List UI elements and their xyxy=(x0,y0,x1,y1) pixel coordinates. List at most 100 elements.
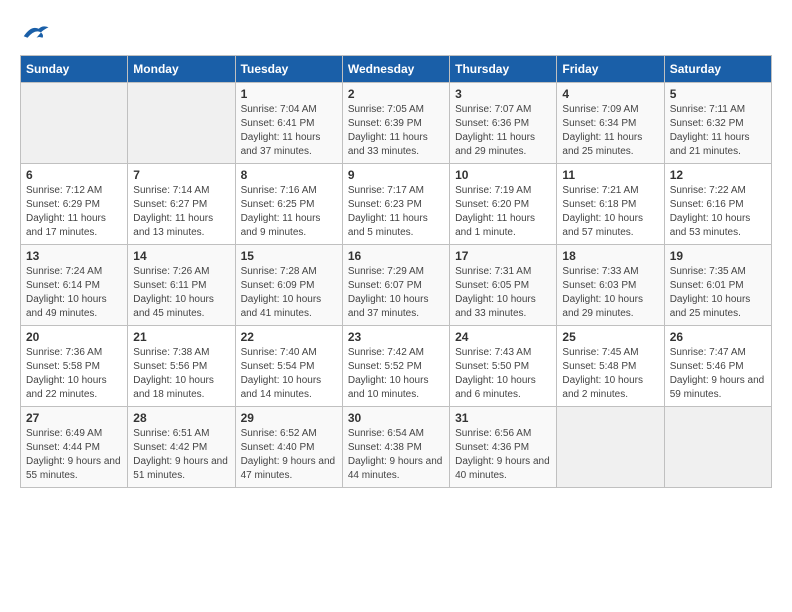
day-info: Sunrise: 7:35 AM Sunset: 6:01 PM Dayligh… xyxy=(670,265,766,321)
weekday-header-monday: Monday xyxy=(128,56,235,83)
day-info: Sunrise: 6:52 AM Sunset: 4:40 PM Dayligh… xyxy=(241,427,337,483)
day-info: Sunrise: 7:36 AM Sunset: 5:58 PM Dayligh… xyxy=(26,346,122,402)
calendar-cell: 14 Sunrise: 7:26 AM Sunset: 6:11 PM Dayli… xyxy=(128,245,235,326)
day-number: 25 xyxy=(562,330,658,344)
day-info: Sunrise: 7:38 AM Sunset: 5:56 PM Dayligh… xyxy=(133,346,229,402)
day-number: 27 xyxy=(26,411,122,425)
day-number: 11 xyxy=(562,168,658,182)
day-number: 23 xyxy=(348,330,444,344)
calendar-cell: 10 Sunrise: 7:19 AM Sunset: 6:20 PM Dayli… xyxy=(450,164,557,245)
day-info: Sunrise: 6:51 AM Sunset: 4:42 PM Dayligh… xyxy=(133,427,229,483)
day-info: Sunrise: 7:47 AM Sunset: 5:46 PM Dayligh… xyxy=(670,346,766,402)
day-info: Sunrise: 6:56 AM Sunset: 4:36 PM Dayligh… xyxy=(455,427,551,483)
calendar-table: SundayMondayTuesdayWednesdayThursdayFrid… xyxy=(20,55,772,488)
day-info: Sunrise: 7:14 AM Sunset: 6:27 PM Dayligh… xyxy=(133,184,229,240)
day-number: 19 xyxy=(670,249,766,263)
calendar-cell: 22 Sunrise: 7:40 AM Sunset: 5:54 PM Dayli… xyxy=(235,326,342,407)
day-info: Sunrise: 7:28 AM Sunset: 6:09 PM Dayligh… xyxy=(241,265,337,321)
day-info: Sunrise: 7:40 AM Sunset: 5:54 PM Dayligh… xyxy=(241,346,337,402)
calendar-cell: 29 Sunrise: 6:52 AM Sunset: 4:40 PM Dayli… xyxy=(235,407,342,488)
day-info: Sunrise: 7:17 AM Sunset: 6:23 PM Dayligh… xyxy=(348,184,444,240)
day-info: Sunrise: 7:05 AM Sunset: 6:39 PM Dayligh… xyxy=(348,103,444,159)
day-info: Sunrise: 7:24 AM Sunset: 6:14 PM Dayligh… xyxy=(26,265,122,321)
calendar-cell: 11 Sunrise: 7:21 AM Sunset: 6:18 PM Dayli… xyxy=(557,164,664,245)
day-number: 3 xyxy=(455,87,551,101)
calendar-week-2: 6Sunrise: 7:12 AM Sunset: 6:29 PM Daylig… xyxy=(21,164,772,245)
day-number: 16 xyxy=(348,249,444,263)
calendar-cell xyxy=(557,407,664,488)
calendar-cell: 23 Sunrise: 7:42 AM Sunset: 5:52 PM Dayli… xyxy=(342,326,449,407)
day-info: Sunrise: 7:21 AM Sunset: 6:18 PM Dayligh… xyxy=(562,184,658,240)
day-info: Sunrise: 7:45 AM Sunset: 5:48 PM Dayligh… xyxy=(562,346,658,402)
calendar-cell: 1 Sunrise: 7:04 AM Sunset: 6:41 PM Daylig… xyxy=(235,83,342,164)
calendar-cell xyxy=(664,407,771,488)
day-info: Sunrise: 6:49 AM Sunset: 4:44 PM Dayligh… xyxy=(26,427,122,483)
calendar-cell: 5 Sunrise: 7:11 AM Sunset: 6:32 PM Daylig… xyxy=(664,83,771,164)
page-header xyxy=(20,20,772,45)
calendar-cell: 28 Sunrise: 6:51 AM Sunset: 4:42 PM Dayli… xyxy=(128,407,235,488)
calendar-cell: 12Sunrise: 7:22 AM Sunset: 6:16 PM Dayli… xyxy=(664,164,771,245)
day-number: 10 xyxy=(455,168,551,182)
day-number: 1 xyxy=(241,87,337,101)
day-number: 17 xyxy=(455,249,551,263)
weekday-header-thursday: Thursday xyxy=(450,56,557,83)
weekday-header-wednesday: Wednesday xyxy=(342,56,449,83)
calendar-cell: 7 Sunrise: 7:14 AM Sunset: 6:27 PM Daylig… xyxy=(128,164,235,245)
calendar-cell: 24 Sunrise: 7:43 AM Sunset: 5:50 PM Dayli… xyxy=(450,326,557,407)
weekday-header-saturday: Saturday xyxy=(664,56,771,83)
day-number: 13 xyxy=(26,249,122,263)
day-info: Sunrise: 7:31 AM Sunset: 6:05 PM Dayligh… xyxy=(455,265,551,321)
day-number: 24 xyxy=(455,330,551,344)
day-info: Sunrise: 6:54 AM Sunset: 4:38 PM Dayligh… xyxy=(348,427,444,483)
calendar-cell: 3 Sunrise: 7:07 AM Sunset: 6:36 PM Daylig… xyxy=(450,83,557,164)
calendar-cell: 16 Sunrise: 7:29 AM Sunset: 6:07 PM Dayli… xyxy=(342,245,449,326)
day-number: 28 xyxy=(133,411,229,425)
day-number: 5 xyxy=(670,87,766,101)
calendar-cell: 25 Sunrise: 7:45 AM Sunset: 5:48 PM Dayli… xyxy=(557,326,664,407)
calendar-cell: 6Sunrise: 7:12 AM Sunset: 6:29 PM Daylig… xyxy=(21,164,128,245)
calendar-cell xyxy=(128,83,235,164)
day-number: 26 xyxy=(670,330,766,344)
calendar-cell: 27 Sunrise: 6:49 AM Sunset: 4:44 PM Dayli… xyxy=(21,407,128,488)
calendar-cell: 19 Sunrise: 7:35 AM Sunset: 6:01 PM Dayli… xyxy=(664,245,771,326)
weekday-header-friday: Friday xyxy=(557,56,664,83)
calendar-cell xyxy=(21,83,128,164)
calendar-cell: 20 Sunrise: 7:36 AM Sunset: 5:58 PM Dayli… xyxy=(21,326,128,407)
day-number: 6 xyxy=(26,168,122,182)
day-number: 30 xyxy=(348,411,444,425)
day-number: 7 xyxy=(133,168,229,182)
day-info: Sunrise: 7:42 AM Sunset: 5:52 PM Dayligh… xyxy=(348,346,444,402)
calendar-week-3: 13 Sunrise: 7:24 AM Sunset: 6:14 PM Dayli… xyxy=(21,245,772,326)
day-number: 9 xyxy=(348,168,444,182)
day-number: 15 xyxy=(241,249,337,263)
day-number: 22 xyxy=(241,330,337,344)
day-info: Sunrise: 7:29 AM Sunset: 6:07 PM Dayligh… xyxy=(348,265,444,321)
day-number: 14 xyxy=(133,249,229,263)
logo-icon xyxy=(20,20,50,45)
calendar-cell: 18Sunrise: 7:33 AM Sunset: 6:03 PM Dayli… xyxy=(557,245,664,326)
day-info: Sunrise: 7:16 AM Sunset: 6:25 PM Dayligh… xyxy=(241,184,337,240)
day-info: Sunrise: 7:43 AM Sunset: 5:50 PM Dayligh… xyxy=(455,346,551,402)
day-info: Sunrise: 7:26 AM Sunset: 6:11 PM Dayligh… xyxy=(133,265,229,321)
day-info: Sunrise: 7:04 AM Sunset: 6:41 PM Dayligh… xyxy=(241,103,337,159)
calendar-cell: 15 Sunrise: 7:28 AM Sunset: 6:09 PM Dayli… xyxy=(235,245,342,326)
calendar-cell: 8Sunrise: 7:16 AM Sunset: 6:25 PM Daylig… xyxy=(235,164,342,245)
day-info: Sunrise: 7:07 AM Sunset: 6:36 PM Dayligh… xyxy=(455,103,551,159)
day-number: 20 xyxy=(26,330,122,344)
calendar-cell: 21Sunrise: 7:38 AM Sunset: 5:56 PM Dayli… xyxy=(128,326,235,407)
weekday-header-tuesday: Tuesday xyxy=(235,56,342,83)
calendar-cell: 30 Sunrise: 6:54 AM Sunset: 4:38 PM Dayli… xyxy=(342,407,449,488)
day-info: Sunrise: 7:09 AM Sunset: 6:34 PM Dayligh… xyxy=(562,103,658,159)
day-number: 12 xyxy=(670,168,766,182)
day-number: 4 xyxy=(562,87,658,101)
day-info: Sunrise: 7:33 AM Sunset: 6:03 PM Dayligh… xyxy=(562,265,658,321)
calendar-week-5: 27 Sunrise: 6:49 AM Sunset: 4:44 PM Dayli… xyxy=(21,407,772,488)
logo xyxy=(20,20,54,45)
day-number: 29 xyxy=(241,411,337,425)
weekday-header-sunday: Sunday xyxy=(21,56,128,83)
day-info: Sunrise: 7:19 AM Sunset: 6:20 PM Dayligh… xyxy=(455,184,551,240)
calendar-cell: 17 Sunrise: 7:31 AM Sunset: 6:05 PM Dayli… xyxy=(450,245,557,326)
day-info: Sunrise: 7:11 AM Sunset: 6:32 PM Dayligh… xyxy=(670,103,766,159)
calendar-week-1: 1 Sunrise: 7:04 AM Sunset: 6:41 PM Daylig… xyxy=(21,83,772,164)
calendar-cell: 4 Sunrise: 7:09 AM Sunset: 6:34 PM Daylig… xyxy=(557,83,664,164)
